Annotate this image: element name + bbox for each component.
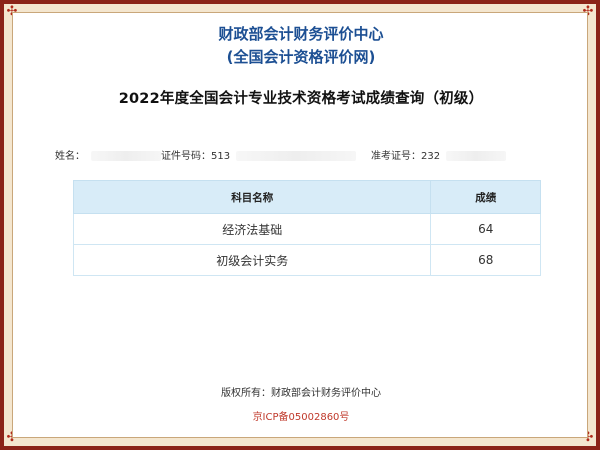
subject-cell: 经济法基础 bbox=[72, 213, 432, 245]
content-panel: 财政部会计财务评价中心 (全国会计资格评价网) 2022年度全国会计专业技术资格… bbox=[12, 12, 588, 438]
org-name: 财政部会计财务评价中心 bbox=[218, 25, 384, 43]
icp-link[interactable]: 京ICP备05002860号 bbox=[13, 408, 589, 423]
candidate-info: 姓名： 证件号码：513 准考证号：232 bbox=[13, 144, 589, 162]
exam-label: 准考证号：232 bbox=[371, 151, 441, 162]
header-subject: 科目名称 bbox=[72, 180, 432, 214]
subject-cell: 初级会计实务 bbox=[72, 244, 432, 276]
org-subtitle: (全国会计资格评价网) bbox=[226, 48, 376, 66]
id-redaction bbox=[236, 151, 357, 161]
table-header-row: 科目名称 成绩 bbox=[72, 180, 541, 214]
candidate-exam-number: 准考证号：232 bbox=[371, 147, 507, 162]
candidate-name: 姓名： bbox=[55, 147, 161, 162]
header-score: 成绩 bbox=[430, 180, 541, 214]
score-table: 科目名称 成绩 经济法基础 64 初级会计实务 68 bbox=[72, 180, 541, 276]
id-label: 证件号码：513 bbox=[161, 151, 231, 162]
table-row: 经济法基础 64 bbox=[72, 213, 541, 245]
exam-redaction bbox=[446, 151, 507, 161]
candidate-id: 证件号码：513 bbox=[161, 147, 357, 162]
name-redaction bbox=[91, 151, 161, 161]
copyright-text: 版权所有：财政部会计财务评价中心 bbox=[221, 388, 381, 399]
page-frame: ✣ ✣ ✣ ✣ 财政部会计财务评价中心 (全国会计资格评价网) 2022年度全国… bbox=[4, 4, 596, 446]
page-title: 2022年度全国会计专业技术资格考试成绩查询（初级） bbox=[118, 91, 484, 107]
score-cell: 64 bbox=[430, 213, 541, 245]
score-cell: 68 bbox=[430, 244, 541, 276]
table-row: 初级会计实务 68 bbox=[72, 244, 541, 276]
name-label: 姓名： bbox=[55, 151, 85, 162]
